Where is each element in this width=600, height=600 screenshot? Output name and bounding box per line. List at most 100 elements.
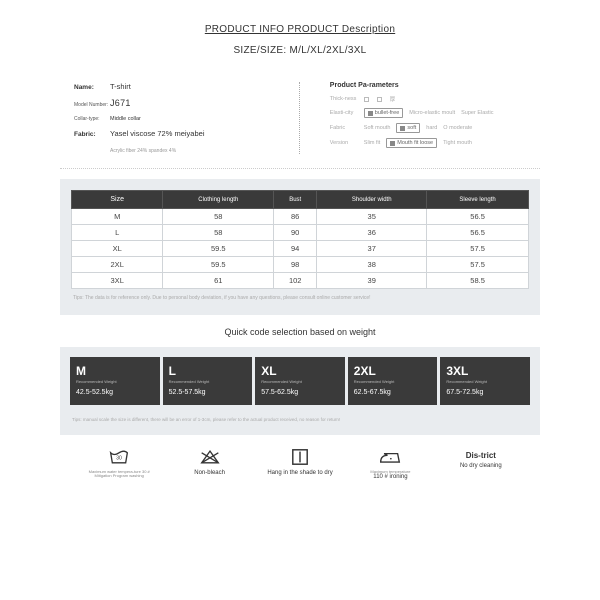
param-option: Micro-elastic moult [409,110,455,116]
table-cell: 94 [274,241,317,257]
table-cell: 58.5 [427,273,529,289]
name-value: T-shirt [110,82,131,91]
param-label: Fabric [330,125,364,131]
weight-card: 2XL Recommended Weight 62.5-67.5kg [348,357,438,405]
weight-range: 67.5-72.5kg [446,389,524,396]
iron-icon [347,447,433,467]
table-cell: 58 [163,225,274,241]
table-cell: 59.5 [163,257,274,273]
care-text: 110 # ironing [347,474,433,480]
table-cell: 56.5 [427,225,529,241]
weight-label: Recommended Weight [76,380,154,384]
param-option: O moderate [443,125,472,131]
care-text: Mitigation Program washing [76,474,162,478]
collar-label: Collar-type: [74,117,110,123]
weight-tips: Tips: manual scale the size is different… [70,411,530,425]
care-dryclean: Dis-trict No dry cleaning [436,447,526,481]
param-row: FabricSoft mouth soft hard O moderate [330,123,540,133]
attributes-left: Name: T-shirt Model Number: J671 Collar-… [60,82,281,154]
weight-range: 52.5-57.5kg [169,389,247,396]
fiber-note: Acrylic fiber 24% spandex 4% [74,148,281,154]
divider [60,168,540,169]
weight-size: 2XL [354,364,432,378]
size-line: SIZE/SIZE: M/L/XL/2XL/3XL [60,45,540,56]
param-label: Thick-ness [330,96,364,102]
weight-range: 42.5-52.5kg [76,389,154,396]
table-row: 2XL59.5983857.5 [72,257,529,273]
param-label: Elasti-city [330,110,364,116]
weight-card: 3XL Recommended Weight 67.5-72.5kg [440,357,530,405]
model-label: Model Number: [74,103,110,109]
table-cell: 57.5 [427,257,529,273]
district-label: Dis-trict [438,451,524,460]
page-title: PRODUCT INFO PRODUCT Description [60,24,540,35]
table-row: 3XL611023958.5 [72,273,529,289]
collar-value: Middle collar [110,116,141,122]
param-option: 厚 [390,95,396,103]
model-value: J671 [110,98,131,108]
table-header: Clothing length [163,191,274,209]
care-wash: 30 Maximum water tempera-ture 30 # Mitig… [74,447,164,481]
table-cell: 37 [317,241,427,257]
no-bleach-icon [166,447,252,467]
table-cell: 57.5 [427,241,529,257]
table-header: Sleeve length [427,191,529,209]
parameters-title: Product Pa-rameters [330,82,540,89]
param-option: Tight mouth [443,140,472,146]
name-label: Name: [74,84,110,91]
param-row: Thick-ness 厚 [330,95,540,103]
care-bleach: Non-bleach [164,447,254,481]
table-cell: 56.5 [427,209,529,225]
table-cell: 90 [274,225,317,241]
table-cell: 86 [274,209,317,225]
size-table-container: SizeClothing lengthBustShoulder widthSle… [60,179,540,315]
size-table-tips: Tips: The data is for reference only. Du… [71,289,529,304]
table-cell: L [72,225,163,241]
table-cell: 2XL [72,257,163,273]
weight-size: M [76,364,154,378]
size-table: SizeClothing lengthBustShoulder widthSle… [71,190,529,289]
param-row: Elasti-citybullet-free Micro-elastic moul… [330,108,540,118]
fabric-label: Fabric: [74,131,110,138]
weight-card: XLRecommended Weight57.5-62.5kg [255,357,345,405]
fabric-value: Yasel viscose 72% meiyabei [110,129,205,138]
param-option: Slim fit [364,140,381,146]
table-cell: 58 [163,209,274,225]
care-text: No dry cleaning [438,463,524,469]
table-cell: 61 [163,273,274,289]
table-row: M58863556.5 [72,209,529,225]
parameters-panel: Product Pa-rameters Thick-ness 厚 Elasti-ci… [312,82,540,154]
param-option: soft [396,123,420,133]
weight-container: M Recommended Weight 42.5-52.5kg L Recommend… [60,347,540,435]
table-cell: 3XL [72,273,163,289]
param-option: hard [426,125,437,131]
param-option: bullet-free [364,108,403,118]
table-row: XL59.5943757.5 [72,241,529,257]
weight-range: 62.5-67.5kg [354,389,432,396]
param-option: Mouth fit loose [386,138,437,148]
weight-size: 3XL [446,364,524,378]
weight-label: Recommended Weight [261,380,339,384]
weight-label: Recommended Weight [354,380,432,384]
care-iron: Maximum temperature 110 # ironing [345,447,435,481]
quick-heading: Quick code selection based on weight [60,327,540,337]
table-cell: M [72,209,163,225]
table-cell: 59.5 [163,241,274,257]
table-header: Shoulder width [317,191,427,209]
care-row: 30 Maximum water tempera-ture 30 # Mitig… [60,435,540,481]
weight-label: Recommended Weight [446,380,524,384]
param-option: Soft mouth [364,125,391,131]
weight-range: 57.5-62.5kg [261,389,339,396]
svg-text:30: 30 [116,455,122,461]
table-cell: 102 [274,273,317,289]
param-option: Super Elastic [461,110,493,116]
hang-dry-icon [257,447,343,467]
weight-card: M Recommended Weight 42.5-52.5kg [70,357,160,405]
table-header: Size [72,191,163,209]
table-header: Bust [274,191,317,209]
param-option [377,97,384,102]
table-cell: 35 [317,209,427,225]
weight-label: Recommended Weight [169,380,247,384]
weight-size: L [169,364,247,378]
table-cell: 36 [317,225,427,241]
